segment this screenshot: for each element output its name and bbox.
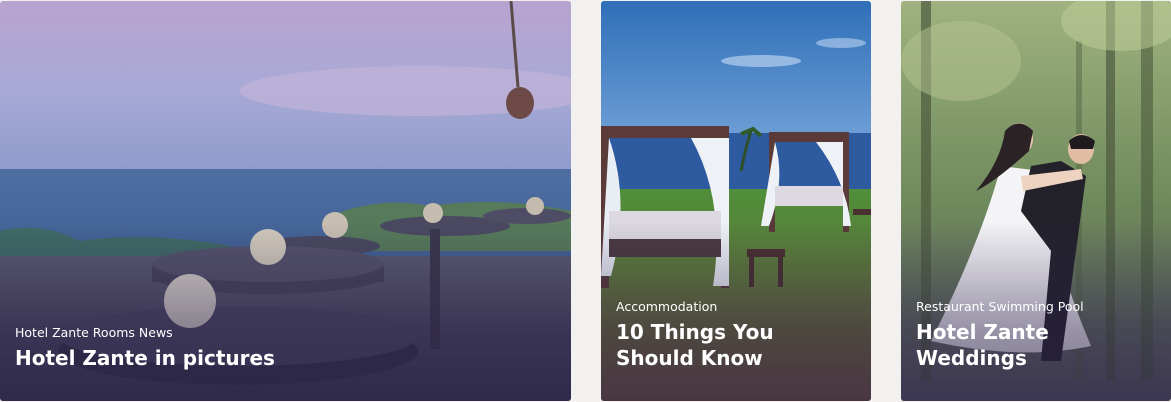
- post-categories: Accommodation: [616, 299, 856, 315]
- category-link[interactable]: Restaurant: [916, 299, 984, 314]
- post-title[interactable]: Hotel Zante Weddings: [916, 319, 1156, 371]
- post-title[interactable]: Hotel Zante in pictures: [15, 345, 556, 371]
- post-caption: Accommodation 10 Things You Should Know: [616, 299, 856, 371]
- post-card-hotel-zante-in-pictures[interactable]: Hotel Zante Rooms News Hotel Zante in pic…: [0, 1, 571, 401]
- post-card-10-things[interactable]: Accommodation 10 Things You Should Know: [601, 1, 871, 401]
- category-link[interactable]: Accommodation: [616, 299, 717, 314]
- caption-overlay: [0, 221, 571, 401]
- post-title[interactable]: 10 Things You Should Know: [616, 319, 856, 371]
- post-categories: Hotel Zante Rooms News: [15, 325, 556, 341]
- post-card-hotel-zante-weddings[interactable]: Restaurant Swimming Pool Hotel Zante Wedd…: [901, 1, 1171, 401]
- post-caption: Hotel Zante Rooms News Hotel Zante in pic…: [15, 325, 556, 371]
- category-link[interactable]: Swimming Pool: [988, 299, 1083, 314]
- post-caption: Restaurant Swimming Pool Hotel Zante Wedd…: [916, 299, 1156, 371]
- category-link[interactable]: News: [139, 325, 173, 340]
- post-categories: Restaurant Swimming Pool: [916, 299, 1156, 315]
- category-link[interactable]: Hotel Zante Rooms: [15, 325, 135, 340]
